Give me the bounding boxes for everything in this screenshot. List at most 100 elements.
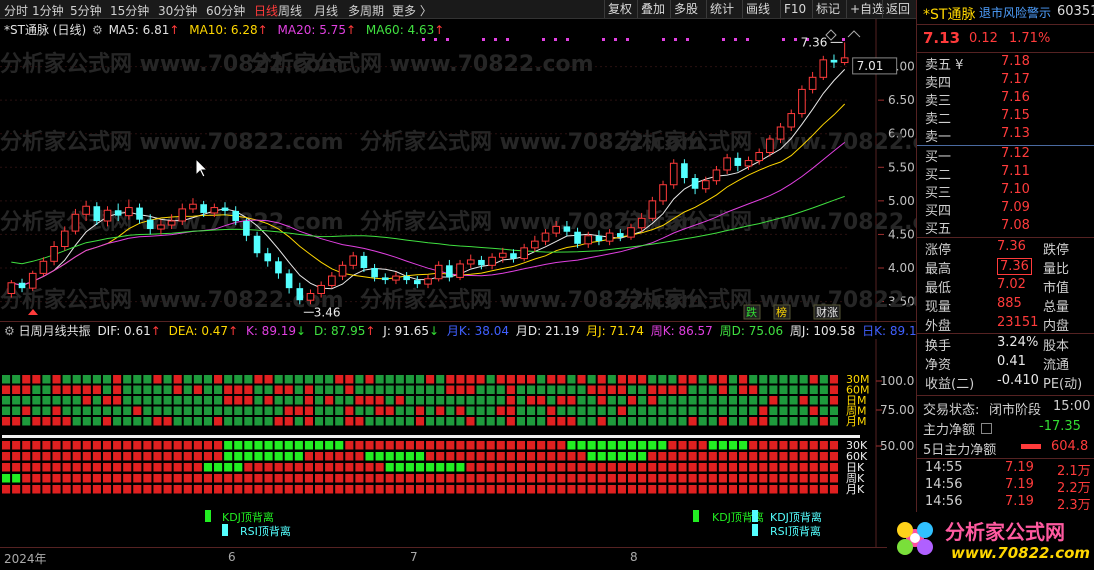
x-label-aug: 8 bbox=[630, 550, 638, 564]
resonance-cell bbox=[718, 452, 727, 461]
resonance-cell bbox=[345, 441, 354, 450]
ask-price: 7.13 bbox=[1001, 126, 1030, 141]
period-tab-10[interactable]: 更多 〉 bbox=[392, 2, 432, 19]
resonance-cell bbox=[718, 396, 727, 405]
candle-body-up bbox=[819, 59, 828, 78]
toolbar-button-0[interactable]: 复权 bbox=[604, 0, 635, 18]
resonance-cell bbox=[102, 375, 112, 384]
toolbar-button-6[interactable]: 标记 bbox=[812, 0, 843, 18]
resonance-cell bbox=[304, 485, 313, 494]
calendar-icon[interactable] bbox=[981, 423, 992, 434]
resonance-cell bbox=[2, 385, 11, 394]
resonance-cell bbox=[72, 406, 81, 415]
resonance-cell bbox=[12, 441, 21, 450]
period-tab-2[interactable]: 5分钟 bbox=[70, 2, 102, 19]
resonance-cell bbox=[123, 417, 132, 426]
stat2-label-2: PE(动) bbox=[1043, 377, 1083, 392]
period-tab-9[interactable]: 多周期 bbox=[348, 2, 384, 19]
mouse-cursor-icon bbox=[195, 157, 209, 178]
tick-price: 7.19 bbox=[1005, 477, 1034, 492]
resonance-cell bbox=[577, 441, 586, 450]
risk-notice[interactable]: 退市风险警示 bbox=[979, 4, 1051, 21]
period-tab-1[interactable]: 1分钟 bbox=[32, 2, 64, 19]
resonance-cell bbox=[294, 406, 303, 415]
stat-value: 7.36 bbox=[997, 258, 1032, 275]
resonance-cell bbox=[123, 474, 132, 483]
indicator-settings-icon[interactable]: ⚙ bbox=[4, 324, 15, 338]
resonance-cell bbox=[648, 452, 657, 461]
resonance-cell bbox=[284, 463, 293, 472]
resonance-cell bbox=[72, 375, 81, 384]
candle-body-down bbox=[414, 280, 421, 285]
resonance-cell bbox=[728, 385, 738, 394]
resonance-cell bbox=[62, 417, 71, 426]
resonance-cell bbox=[819, 463, 828, 472]
candle-body-up bbox=[552, 225, 561, 234]
toolbar-button-5[interactable]: F10 bbox=[780, 0, 809, 18]
main-flow5-value: 604.8 bbox=[1051, 439, 1089, 454]
resonance-cell bbox=[678, 485, 687, 494]
toolbar-button-2[interactable]: 多股 bbox=[670, 0, 701, 18]
resonance-cell bbox=[294, 441, 303, 450]
security-name: *ST通脉 (日线) bbox=[4, 23, 87, 37]
resonance-cell bbox=[466, 441, 475, 450]
resonance-cell bbox=[314, 375, 324, 384]
resonance-cell bbox=[638, 452, 647, 461]
stat2-label-2: 股本 bbox=[1043, 339, 1070, 354]
resonance-cell bbox=[12, 396, 21, 405]
resonance-cell bbox=[829, 406, 838, 415]
resonance-cell bbox=[527, 441, 536, 450]
period-tab-8[interactable]: 月线 bbox=[314, 2, 338, 19]
period-tab-3[interactable]: 15分钟 bbox=[110, 2, 149, 19]
resonance-cell bbox=[527, 452, 536, 461]
resonance-cell bbox=[607, 417, 616, 426]
resonance-cell bbox=[769, 396, 778, 405]
resonance-cell bbox=[496, 441, 505, 450]
resonance-indicator-chart[interactable]: 30M60M日M周M月M30K60K日K周K月K100.075.0050.00K… bbox=[0, 339, 916, 547]
resonance-cell bbox=[244, 375, 253, 384]
resonance-cell bbox=[234, 474, 243, 483]
toolbar-button-7[interactable]: +自选 bbox=[846, 0, 887, 18]
resonance-cell bbox=[607, 452, 616, 461]
resonance-cell bbox=[395, 375, 404, 384]
settings-icon[interactable]: ⚙ bbox=[92, 23, 103, 37]
resonance-cell bbox=[113, 417, 122, 426]
resonance-cell bbox=[62, 463, 71, 472]
resonance-cell bbox=[617, 406, 626, 415]
price-chart[interactable]: 7.006.506.005.505.004.504.003.50分析家公式网 w… bbox=[0, 19, 916, 321]
indicator-axis-label: 75.00 bbox=[880, 403, 914, 417]
resonance-cell bbox=[143, 406, 152, 415]
candle-body-up bbox=[627, 227, 635, 238]
resonance-cell bbox=[476, 474, 485, 483]
toolbar-button-4[interactable]: 画线 bbox=[742, 0, 773, 18]
period-tab-4[interactable]: 30分钟 bbox=[158, 2, 197, 19]
resonance-cell bbox=[446, 452, 455, 461]
period-tab-5[interactable]: 60分钟 bbox=[206, 2, 245, 19]
resonance-cell bbox=[163, 441, 172, 450]
ma60-up-icon: ↑ bbox=[434, 23, 445, 37]
resonance-cell bbox=[12, 452, 21, 461]
resonance-cell bbox=[537, 406, 546, 415]
toolbar-button-3[interactable]: 统计 bbox=[706, 0, 737, 18]
resonance-cell bbox=[789, 417, 798, 426]
resonance-cell bbox=[567, 396, 576, 405]
resonance-cell bbox=[385, 417, 394, 426]
period-tab-0[interactable]: 分时 bbox=[4, 2, 28, 19]
resonance-cell bbox=[789, 396, 798, 405]
resonance-cell bbox=[113, 385, 122, 394]
resonance-cell bbox=[133, 396, 142, 405]
indicator-name[interactable]: 日周月线共振 bbox=[19, 324, 91, 338]
resonance-cell bbox=[638, 375, 647, 384]
resonance-cell bbox=[274, 417, 283, 426]
resonance-cell bbox=[183, 485, 192, 494]
event-tag: 榜 bbox=[776, 305, 787, 319]
resonance-cell bbox=[809, 417, 818, 426]
toolbar-button-1[interactable]: 叠加 bbox=[637, 0, 668, 18]
stat2-value: -0.410 bbox=[997, 373, 1039, 388]
toolbar-button-8[interactable]: 返回 bbox=[882, 0, 913, 18]
period-tab-7[interactable]: 周线 bbox=[278, 2, 302, 19]
resonance-cell bbox=[385, 474, 394, 483]
resonance-cell bbox=[466, 396, 475, 405]
resonance-cell bbox=[658, 463, 667, 472]
period-tab-6[interactable]: 日线 bbox=[254, 2, 278, 19]
